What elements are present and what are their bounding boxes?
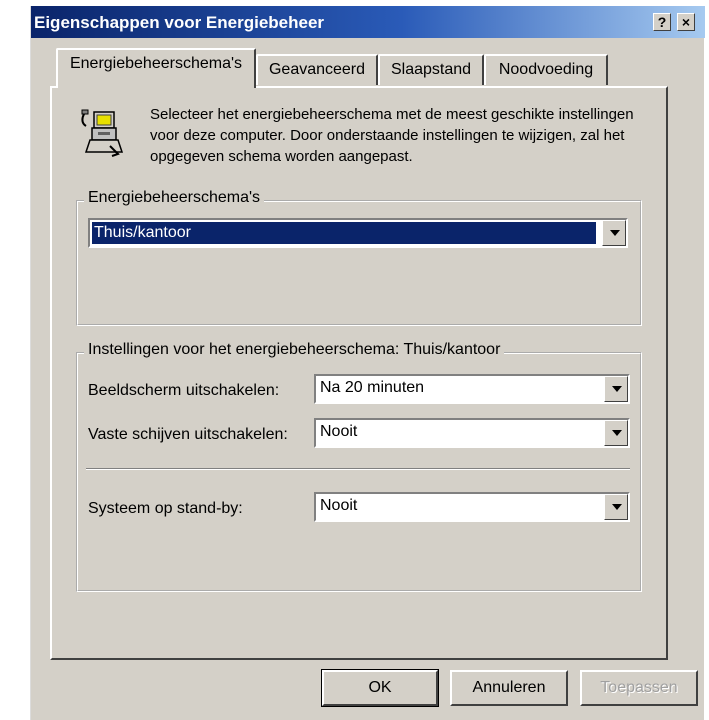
- hard-disks-off-value: Nooit: [320, 423, 358, 440]
- monitor-off-select[interactable]: Na 20 minuten: [314, 374, 630, 404]
- tab-energiebeheerschemas[interactable]: Energiebeheerschema's: [56, 48, 256, 88]
- chevron-down-icon: [610, 230, 620, 236]
- tab-slaapstand[interactable]: Slaapstand: [378, 54, 484, 85]
- computer-power-plug-icon: [81, 109, 124, 157]
- chevron-down-icon: [612, 386, 622, 392]
- chevron-down-icon: [612, 430, 622, 436]
- standby-dropdown-button[interactable]: [604, 494, 628, 520]
- schemes-legend: Energiebeheerschema's: [84, 189, 265, 207]
- settings-separator: [86, 468, 630, 470]
- hard-disks-off-select[interactable]: Nooit: [314, 418, 630, 448]
- settings-legend: Instellingen voor het energiebeheerschem…: [84, 341, 505, 359]
- title-bar[interactable]: Eigenschappen voor Energiebeheer ? ×: [31, 6, 705, 38]
- close-button[interactable]: ×: [677, 13, 695, 31]
- monitor-off-dropdown-button[interactable]: [604, 376, 628, 402]
- tab-geavanceerd[interactable]: Geavanceerd: [256, 54, 378, 85]
- window-title: Eigenschappen voor Energiebeheer: [34, 13, 325, 32]
- monitor-off-value: Na 20 minuten: [320, 379, 425, 396]
- ok-button[interactable]: OK: [321, 669, 439, 707]
- scheme-select-value: Thuis/kantoor: [92, 222, 596, 244]
- standby-value: Nooit: [320, 497, 358, 514]
- standby-select[interactable]: Nooit: [314, 492, 630, 522]
- scheme-select[interactable]: Thuis/kantoor: [88, 218, 628, 248]
- help-button[interactable]: ?: [653, 13, 671, 31]
- cancel-button[interactable]: Annuleren: [450, 670, 568, 706]
- hard-disks-off-label: Vaste schijven uitschakelen:: [88, 426, 288, 443]
- apply-button[interactable]: Toepassen: [580, 670, 698, 706]
- scheme-dropdown-button[interactable]: [602, 220, 626, 246]
- description-text: Selecteer het energiebeheerschema met de…: [150, 106, 634, 165]
- tab-noodvoeding[interactable]: Noodvoeding: [484, 54, 608, 85]
- standby-label: Systeem op stand-by:: [88, 500, 243, 517]
- monitor-off-label: Beeldscherm uitschakelen:: [88, 382, 280, 399]
- chevron-down-icon: [612, 504, 622, 510]
- hard-disks-off-dropdown-button[interactable]: [604, 420, 628, 446]
